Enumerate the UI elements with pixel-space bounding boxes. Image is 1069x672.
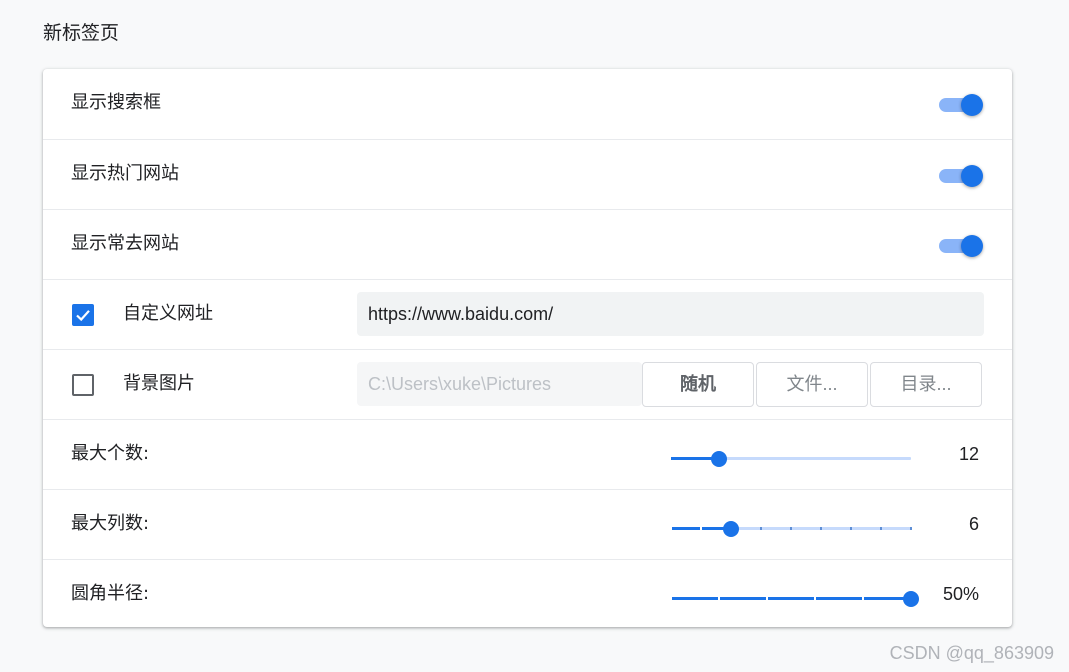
- setting-row-max-cols: 最大列数: 6: [43, 489, 1012, 559]
- watermark: CSDN @qq_863909: [889, 643, 1054, 663]
- slider-tick: [670, 597, 672, 600]
- custom-url-label: 自定义网址: [123, 303, 213, 324]
- slider-fill: [671, 597, 911, 600]
- custom-url-checkbox[interactable]: [72, 304, 94, 326]
- setting-row-custom-url: 自定义网址 https://www.baidu.com/: [43, 279, 1012, 349]
- background-path-input[interactable]: C:\Users\xuke\Pictures: [357, 362, 642, 406]
- slider-tick: [766, 597, 768, 600]
- settings-card: 显示搜索框 显示热门网站 显示常去网站 自定义网址 https://www.ba…: [43, 69, 1012, 627]
- checkmark-icon: [76, 310, 90, 322]
- show-search-label: 显示搜索框: [71, 92, 161, 113]
- show-hot-label: 显示热门网站: [71, 163, 179, 184]
- max-count-slider[interactable]: [671, 448, 911, 470]
- show-frequent-label: 显示常去网站: [71, 233, 179, 254]
- show-frequent-toggle[interactable]: [939, 233, 983, 257]
- toggle-knob: [961, 94, 983, 116]
- slider-tick: [880, 527, 882, 530]
- radius-value: 50%: [942, 584, 979, 604]
- max-count-label: 最大个数:: [71, 443, 150, 464]
- max-cols-slider[interactable]: [670, 518, 912, 540]
- slider-tick: [790, 527, 792, 530]
- slider-tick: [670, 527, 672, 530]
- random-button[interactable]: 随机: [642, 362, 754, 407]
- setting-row-background: 背景图片 C:\Users\xuke\Pictures 随机 文件... 目录.…: [43, 349, 1012, 419]
- setting-row-radius: 圆角半径: 50%: [43, 559, 1012, 627]
- slider-tick: [760, 527, 762, 530]
- setting-row-show-hot: 显示热门网站: [43, 139, 1012, 209]
- slider-tick: [910, 527, 912, 530]
- slider-tick: [820, 527, 822, 530]
- setting-row-show-search: 显示搜索框: [43, 69, 1012, 139]
- max-cols-value: 6: [968, 514, 979, 534]
- show-hot-toggle[interactable]: [939, 163, 983, 187]
- toggle-knob: [961, 165, 983, 187]
- radius-slider[interactable]: [670, 588, 919, 610]
- slider-thumb[interactable]: [903, 591, 919, 607]
- section-title: 新标签页: [43, 22, 120, 44]
- slider-tick: [814, 597, 816, 600]
- custom-url-input[interactable]: https://www.baidu.com/: [357, 292, 984, 336]
- background-label: 背景图片: [123, 373, 195, 394]
- setting-row-max-count: 最大个数: 12: [43, 419, 1012, 489]
- slider-tick: [718, 597, 720, 600]
- setting-row-show-frequent: 显示常去网站: [43, 209, 1012, 279]
- show-search-toggle[interactable]: [939, 92, 983, 116]
- slider-thumb[interactable]: [723, 521, 739, 537]
- slider-tick: [700, 527, 702, 530]
- files-button[interactable]: 文件...: [756, 362, 868, 407]
- slider-thumb[interactable]: [711, 451, 727, 467]
- max-count-value: 12: [958, 444, 979, 464]
- slider-tick: [850, 527, 852, 530]
- background-checkbox[interactable]: [72, 374, 94, 396]
- toggle-knob: [961, 235, 983, 257]
- slider-tick: [862, 597, 864, 600]
- max-cols-label: 最大列数:: [71, 513, 150, 534]
- directory-button[interactable]: 目录...: [870, 362, 982, 407]
- radius-label: 圆角半径:: [71, 583, 150, 604]
